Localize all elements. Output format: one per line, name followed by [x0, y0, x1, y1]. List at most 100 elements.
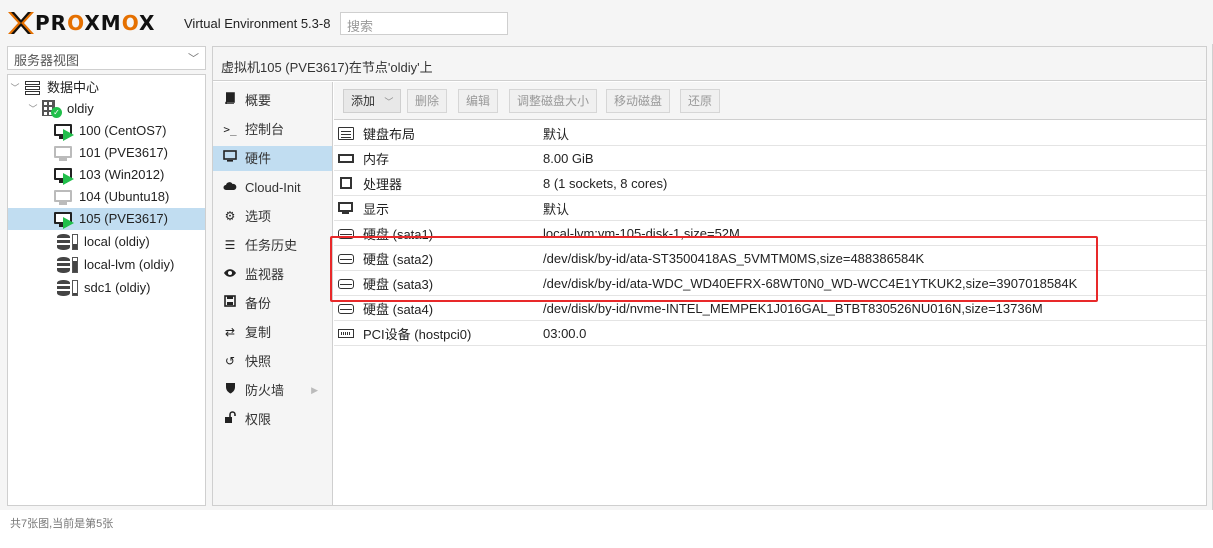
hdd-icon: [338, 279, 354, 289]
vm-stopped-icon: [54, 189, 74, 205]
tree-item-label: oldiy: [67, 101, 94, 116]
pci-icon: [338, 329, 354, 338]
row-name: 显示: [363, 201, 390, 217]
tree-item-label: local-lvm (oldiy): [84, 257, 175, 272]
row-value: /dev/disk/by-id/ata-ST3500418AS_5VMTM0MS…: [543, 250, 925, 266]
menu-item-label: 选项: [245, 209, 272, 224]
row-name: 硬盘 (sata4): [363, 301, 434, 317]
tree-item-vm[interactable]: 104 (Ubuntu18): [54, 186, 205, 208]
table-row[interactable]: 硬盘 (sata2) /dev/disk/by-id/ata-ST3500418…: [334, 246, 1206, 271]
terminal-icon: >_: [223, 123, 237, 136]
menu-item-snapshots[interactable]: ↺ 快照: [213, 349, 332, 374]
vm-running-icon: [54, 123, 74, 141]
tree-item-vm[interactable]: 101 (PVE3617): [54, 142, 205, 164]
row-name: 处理器: [363, 176, 403, 192]
menu-item-backup[interactable]: 备份: [213, 291, 332, 316]
row-value: 8 (1 sockets, 8 cores): [543, 175, 668, 191]
menu-item-label: 任务历史: [245, 238, 298, 253]
resize-disk-button[interactable]: 调整磁盘大小: [509, 89, 598, 113]
tree-item-storage[interactable]: local-lvm (oldiy): [57, 254, 205, 276]
row-name: PCI设备 (hostpci0): [363, 326, 472, 342]
row-value: 8.00 GiB: [543, 150, 594, 166]
tree-item-node[interactable]: ﹀ ✓ oldiy: [28, 98, 205, 120]
node-online-icon: ✓: [42, 100, 62, 118]
vm-running-icon: [54, 167, 74, 185]
vm-menu: 概要 >_ 控制台 硬件 Cloud-Init ⚙ 选项 ☰ 任务历史 监视器 …: [213, 82, 333, 505]
collapse-icon[interactable]: ﹀: [10, 77, 20, 99]
table-row[interactable]: 硬盘 (sata1) local-lvm:vm-105-disk-1,size=…: [334, 221, 1206, 246]
tree-item-label: 100 (CentOS7): [79, 123, 167, 138]
edit-button[interactable]: 编辑: [458, 89, 499, 113]
revert-button[interactable]: 还原: [680, 89, 721, 113]
memory-icon: [338, 154, 354, 163]
chevron-down-icon: ﹀: [188, 53, 199, 65]
storage-icon: [57, 234, 79, 250]
menu-item-label: 硬件: [245, 151, 272, 166]
add-button[interactable]: 添加 ﹀: [343, 89, 402, 113]
remove-button[interactable]: 删除: [407, 89, 448, 113]
floppy-icon: [223, 291, 237, 316]
datacenter-icon: [24, 80, 42, 96]
row-name: 硬盘 (sata1): [363, 226, 434, 242]
tree-item-label: 数据中心: [47, 80, 100, 95]
storage-icon: [57, 280, 79, 296]
row-value: 默认: [543, 201, 570, 217]
view-selector[interactable]: 服务器视图 ﹀: [7, 46, 206, 70]
row-name: 硬盘 (sata3): [363, 276, 434, 292]
menu-item-replication[interactable]: ⇄ 复制: [213, 320, 332, 345]
table-row[interactable]: 硬盘 (sata4) /dev/disk/by-id/nvme-INTEL_ME…: [334, 296, 1206, 321]
tree-item-label: sdc1 (oldiy): [84, 280, 151, 295]
search-input[interactable]: 搜索: [340, 12, 508, 35]
menu-item-label: 权限: [245, 412, 272, 427]
proxmox-window: PROXMOX Virtual Environment 5.3-8 搜索 服务器…: [0, 0, 1213, 510]
logo-wordmark: PROXMOX: [35, 11, 156, 35]
proxmox-logo[interactable]: PROXMOX: [8, 11, 155, 35]
unlock-icon: [223, 407, 237, 432]
menu-item-summary[interactable]: 概要: [213, 88, 332, 113]
menu-item-label: 防火墙: [245, 383, 285, 398]
hdd-icon: [338, 254, 354, 264]
tree-item-storage[interactable]: local (oldiy): [57, 231, 205, 253]
table-row[interactable]: 处理器 8 (1 sockets, 8 cores): [334, 171, 1206, 196]
table-row[interactable]: 内存 8.00 GiB: [334, 146, 1206, 171]
vm-stopped-icon: [54, 145, 74, 161]
tree-item-datacenter[interactable]: ﹀ 数据中心: [10, 77, 205, 99]
menu-item-monitor[interactable]: 监视器: [213, 262, 332, 287]
table-row[interactable]: 显示 默认: [334, 196, 1206, 221]
menu-item-console[interactable]: >_ 控制台: [213, 117, 332, 142]
proxmox-x-icon: [8, 12, 34, 34]
menu-item-permissions[interactable]: 权限: [213, 407, 332, 432]
tree-item-vm[interactable]: 103 (Win2012): [54, 164, 205, 186]
menu-item-hardware[interactable]: 硬件: [213, 146, 332, 171]
view-selector-value: 服务器视图: [14, 53, 80, 68]
content-panel: 虚拟机105 (PVE3617)在节点'oldiy'上 概要 >_ 控制台 硬件: [212, 46, 1207, 506]
cpu-icon: [340, 177, 352, 189]
row-value: /dev/disk/by-id/ata-WDC_WD40EFRX-68WT0N0…: [543, 275, 1078, 291]
vm-running-icon: [54, 211, 74, 229]
table-row[interactable]: PCI设备 (hostpci0) 03:00.0: [334, 321, 1206, 346]
tree-item-vm[interactable]: 100 (CentOS7): [54, 120, 205, 142]
desktop-icon: [223, 146, 237, 171]
storage-icon: [57, 257, 79, 273]
tree-item-label: 104 (Ubuntu18): [79, 189, 170, 204]
move-disk-button[interactable]: 移动磁盘: [606, 89, 671, 113]
row-value: 03:00.0: [543, 325, 587, 341]
menu-item-cloud-init[interactable]: Cloud-Init: [213, 175, 332, 200]
hdd-icon: [338, 229, 354, 239]
row-value: /dev/disk/by-id/nvme-INTEL_MEMPEK1J016GA…: [543, 300, 1043, 316]
tree-item-label: 105 (PVE3617): [79, 211, 168, 226]
table-row[interactable]: 硬盘 (sata3) /dev/disk/by-id/ata-WDC_WD40E…: [334, 271, 1206, 296]
table-row[interactable]: 键盘布局 默认: [334, 121, 1206, 146]
menu-item-label: 概要: [245, 93, 272, 108]
collapse-icon[interactable]: ﹀: [28, 98, 38, 120]
row-value: local-lvm:vm-105-disk-1,size=52M: [543, 225, 740, 241]
menu-item-label: 控制台: [245, 122, 285, 137]
menu-item-task-history[interactable]: ☰ 任务历史: [213, 233, 332, 258]
menu-item-label: Cloud-Init: [245, 180, 301, 195]
row-name: 硬盘 (sata2): [363, 251, 434, 267]
menu-item-firewall[interactable]: 防火墙 ▶: [213, 378, 332, 403]
tree-item-vm-selected[interactable]: 105 (PVE3617): [8, 208, 205, 230]
menu-item-options[interactable]: ⚙ 选项: [213, 204, 332, 229]
retweet-icon: ⇄: [224, 325, 236, 339]
tree-item-storage[interactable]: sdc1 (oldiy): [57, 277, 205, 299]
